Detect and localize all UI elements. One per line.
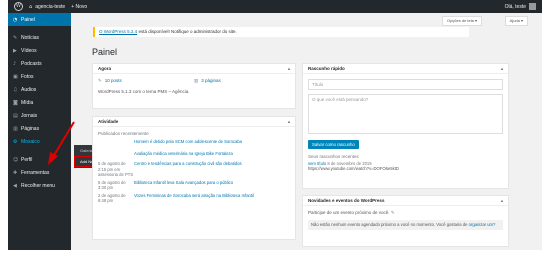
recently-published-label: Publicados recentemente bbox=[98, 131, 149, 136]
events-news-widget: Novidades e eventos do WordPress ▲ Partic… bbox=[302, 195, 509, 247]
draft-content-textarea[interactable]: O que você está pensando? bbox=[308, 94, 503, 134]
update-notice: O WordPress 5.2.4 está disponível! Notif… bbox=[93, 27, 469, 37]
photo-icon: ▣ bbox=[13, 73, 18, 80]
list-item: 5 de agosto de 3:30 pm Biblioteca Infanti… bbox=[98, 179, 234, 191]
sidebar-item-fotos[interactable]: ▣ Fotos bbox=[8, 70, 71, 83]
sidebar-item-noticias[interactable]: ✎ Notícias bbox=[8, 31, 71, 44]
pin-icon: ✎ bbox=[98, 78, 102, 83]
widget-header[interactable]: Agora ▲ bbox=[93, 64, 295, 74]
toggle-arrow-icon[interactable]: ▲ bbox=[287, 117, 291, 126]
widget-header[interactable]: Atividade ▲ bbox=[93, 117, 295, 127]
posts-count-link[interactable]: ✎ 10 posts bbox=[98, 78, 194, 84]
pages-count-link[interactable]: ▥ 3 páginas bbox=[194, 78, 290, 84]
list-item: Avaliação médica veterinária na Igreja B… bbox=[93, 146, 295, 158]
quick-draft-widget: Rascunho rápido ▲ Título O que você está … bbox=[302, 63, 509, 189]
post-link[interactable]: Centro e tendências para a construção ci… bbox=[134, 161, 242, 178]
sidebar-item-painel[interactable]: ◔ Painel bbox=[8, 13, 71, 26]
no-events-notice: Não estão nenhum evento agendado próximo… bbox=[308, 220, 503, 230]
widget-header[interactable]: Novidades e eventos do WordPress ▲ bbox=[303, 196, 508, 206]
journal-icon: ▤ bbox=[13, 112, 18, 119]
new-content-button[interactable]: + Novo bbox=[71, 4, 87, 10]
admin-bar: W ⌂ agencia-teste + Novo Olá, teste bbox=[8, 0, 542, 13]
profile-icon: ☺ bbox=[13, 156, 19, 163]
wordpress-icon: W bbox=[14, 2, 23, 11]
screen-options-button[interactable]: Opções de tela ▾ bbox=[441, 16, 482, 26]
toggle-arrow-icon[interactable]: ▲ bbox=[500, 64, 504, 73]
podcast-icon: ♪ bbox=[13, 60, 17, 67]
pin-icon: ✎ bbox=[13, 34, 18, 41]
help-button[interactable]: Ajuda ▾ bbox=[504, 16, 528, 26]
list-item: Homem é detido pela SCM com adolescente … bbox=[93, 138, 295, 146]
at-a-glance-widget: Agora ▲ ✎ 10 posts ▥ 3 páginas WordPress 5.… bbox=[92, 63, 296, 109]
tools-icon: ✚ bbox=[13, 169, 18, 176]
page-title: Painel bbox=[92, 47, 118, 57]
sidebar-item-midia[interactable]: ◙ Mídia bbox=[8, 96, 71, 109]
red-arrow-annotation bbox=[48, 121, 75, 165]
dashboard-icon: ◔ bbox=[13, 16, 18, 23]
toggle-arrow-icon[interactable]: ▲ bbox=[287, 64, 291, 73]
site-name-link[interactable]: ⌂ agencia-teste bbox=[29, 4, 65, 10]
list-item: 5 de agosto de 2:15 pm em assessoria de … bbox=[98, 161, 242, 178]
gallery-icon: ⚙ bbox=[13, 138, 18, 145]
recent-drafts-label: Seus rascunhos recentes bbox=[308, 154, 359, 159]
wordpress-version: WordPress 5.1.3 com o tema PMS – Agência… bbox=[98, 89, 190, 94]
video-icon: ▶ bbox=[13, 47, 17, 54]
sidebar-item-videos[interactable]: ▶ Vídeos bbox=[8, 44, 71, 57]
collapse-icon: ◀ bbox=[13, 182, 17, 189]
post-link[interactable]: Vozes Femininas de Sorocaba será atração… bbox=[134, 193, 254, 204]
sidebar-item-audios[interactable]: ♫ Audios bbox=[8, 83, 71, 96]
post-link[interactable]: Avaliação médica veterinária na Igreja B… bbox=[134, 151, 233, 157]
collapse-menu-button[interactable]: ◀ Recolher menu bbox=[8, 179, 71, 192]
update-link[interactable]: O WordPress 5.2.4 bbox=[99, 29, 137, 34]
browser-viewport: W ⌂ agencia-teste + Novo Olá, teste ◔ Pain… bbox=[8, 0, 542, 250]
list-item: sem título 8 de novembro de 2019 https:/… bbox=[308, 161, 399, 171]
organize-event-link[interactable]: organizar um? bbox=[469, 222, 496, 227]
save-draft-button[interactable]: Salvar como rascunho bbox=[308, 140, 359, 149]
media-icon: ◙ bbox=[13, 99, 18, 106]
events-intro: Participe de um evento próximo de você. … bbox=[308, 210, 395, 215]
avatar bbox=[529, 3, 536, 10]
account-menu[interactable]: Olá, teste bbox=[505, 3, 536, 10]
list-item: 2 de agosto de 6:48 pm Vozes Femininas de… bbox=[98, 192, 254, 204]
home-icon: ⌂ bbox=[29, 3, 33, 10]
post-link[interactable]: Homem é detido pela SCM com adolescente … bbox=[134, 139, 242, 145]
wordpress-logo[interactable]: W bbox=[14, 2, 23, 11]
page-icon: ▥ bbox=[194, 78, 199, 83]
sidebar-item-podcasts[interactable]: ♪ Podcasts bbox=[8, 57, 71, 70]
post-link[interactable]: Biblioteca Infantil leva Sala Avançados … bbox=[134, 180, 233, 191]
toggle-arrow-icon[interactable]: ▲ bbox=[500, 196, 504, 205]
draft-title-input[interactable]: Título bbox=[308, 79, 503, 90]
audio-icon: ♫ bbox=[13, 86, 18, 93]
widget-header[interactable]: Rascunho rápido ▲ bbox=[303, 64, 508, 74]
pages-icon: ▥ bbox=[13, 125, 18, 132]
edit-location-icon[interactable]: ✎ bbox=[391, 210, 395, 215]
activity-widget: Atividade ▲ Publicados recentemente Homem… bbox=[92, 116, 296, 240]
